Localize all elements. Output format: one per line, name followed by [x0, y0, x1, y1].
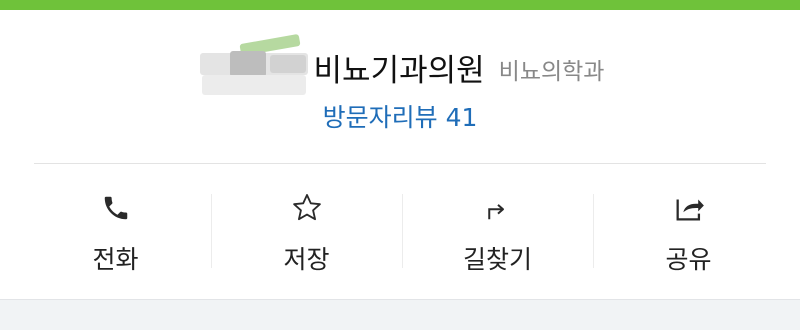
place-title-row: 비뇨기과의원 비뇨의학과: [0, 33, 800, 95]
share-label: 공유: [665, 245, 712, 274]
star-icon: [287, 188, 327, 228]
place-name: 비뇨기과의원: [313, 52, 485, 89]
bottom-section-band: [0, 299, 800, 330]
call-label: 전화: [92, 245, 139, 274]
phone-icon: [96, 188, 136, 228]
visitor-review-link[interactable]: 방문자리뷰 41: [323, 98, 478, 134]
share-button[interactable]: 공유: [593, 180, 784, 280]
save-button[interactable]: 저장: [211, 180, 402, 280]
directions-button[interactable]: 길찾기: [402, 180, 593, 280]
visitor-review-label: 방문자리뷰: [322, 103, 438, 132]
top-status-strip: [0, 0, 800, 10]
share-icon: [669, 188, 709, 228]
directions-icon: [478, 188, 518, 228]
section-divider: [34, 163, 766, 164]
visitor-review-count: 41: [445, 103, 478, 132]
place-category: 비뇨의학과: [498, 59, 605, 85]
redacted-name-prefix: [196, 33, 312, 95]
call-button[interactable]: 전화: [20, 180, 211, 280]
save-label: 저장: [283, 245, 330, 274]
review-summary-row: 방문자리뷰 41: [0, 96, 800, 136]
action-bar: 전화 저장 길찾기 공유: [20, 180, 784, 280]
directions-label: 길찾기: [462, 245, 532, 274]
